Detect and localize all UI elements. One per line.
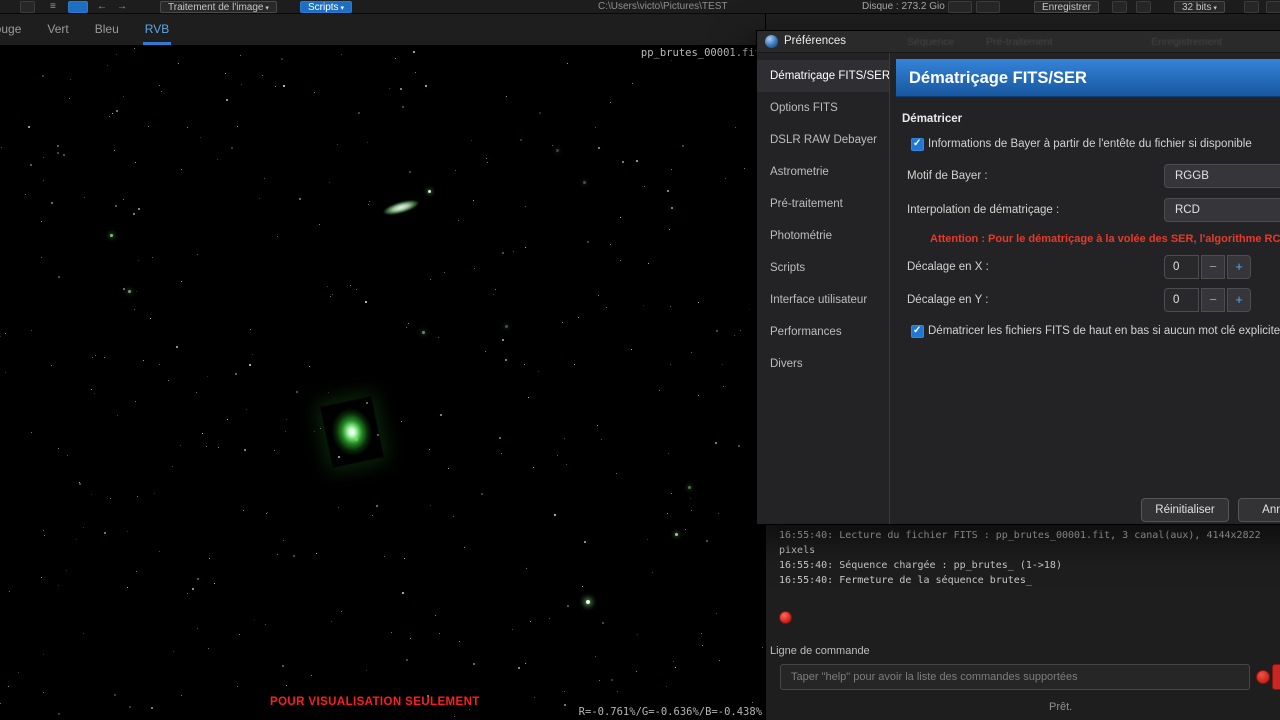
bayer-pattern-dropdown[interactable]: RGGB	[1164, 164, 1280, 188]
offset-x-label: Décalage en X :	[907, 261, 989, 273]
toolbar-icon-c[interactable]	[1244, 1, 1259, 13]
interpolation-dropdown[interactable]: RCD	[1164, 198, 1280, 222]
galaxy-cigar	[374, 193, 428, 222]
page-title: Dématriçage FITS/SER	[896, 59, 1280, 97]
command-input[interactable]	[780, 664, 1250, 690]
image-processing-menu[interactable]: Traitement de l'image	[160, 1, 277, 13]
sidebar-item[interactable]: Interface utilisateur	[757, 284, 889, 316]
save-button[interactable]: Enregistrer	[1034, 1, 1099, 13]
offset-x-value[interactable]: 0	[1164, 255, 1199, 279]
offset-y-value[interactable]: 0	[1164, 288, 1199, 312]
rgb-pixel-readout: R=-0.761%/G=-0.636%/B=-0.438%	[578, 706, 762, 718]
offset-y-plus-button[interactable]	[1227, 288, 1251, 312]
status-ready-label: Prêt.	[1049, 701, 1073, 713]
view-tab-bleu[interactable]: Bleu	[93, 14, 121, 45]
ghost-tab: Pré-traitement	[986, 36, 1053, 48]
topdown-checkbox[interactable]	[911, 325, 924, 338]
preferences-dialog: Préférences Séquence Pré-traitement Enregi…	[756, 30, 1280, 525]
main-toolbar: ≡ ← → Traitement de l'image Scripts C:\U…	[0, 0, 1280, 14]
stop-processing-button[interactable]	[779, 611, 792, 624]
toolbar-icon-d[interactable]	[1266, 1, 1280, 13]
section-title: Dématricer	[902, 113, 963, 125]
app-logo-icon	[765, 35, 778, 48]
hamburger-menu-icon[interactable]: ≡	[50, 1, 56, 13]
sidebar-item[interactable]: DSLR RAW Debayer	[757, 124, 889, 156]
topdown-checkbox-label: Dématricer les fichiers FITS de haut en …	[928, 325, 1280, 337]
command-stop-icon[interactable]	[1256, 670, 1270, 684]
offset-x-minus-button[interactable]	[1201, 255, 1225, 279]
save-as-icon[interactable]	[1112, 1, 1127, 13]
ghost-tab: Séquence	[907, 36, 955, 48]
sidebar-item[interactable]: Divers	[757, 348, 889, 380]
galaxy-spiral	[320, 396, 384, 468]
log-lines: 16:55:40: Lecture du fichier FITS : pp_b…	[779, 528, 1280, 588]
view-tab-vert[interactable]: Vert	[45, 14, 70, 45]
offset-x-plus-button[interactable]	[1227, 255, 1251, 279]
disk-space-label: Disque : 273.2 Gio	[862, 1, 945, 12]
loaded-filename-label: pp_brutes_00001.fit	[640, 47, 761, 59]
ghost-tab: Enregistrement	[1151, 36, 1223, 48]
working-directory-path: C:\Users\victo\Pictures\TEST	[598, 1, 728, 12]
sidebar-item[interactable]: Pré-traitement	[757, 188, 889, 220]
log-line: pixels	[779, 545, 816, 556]
view-tab-rvb[interactable]: RVB	[142, 14, 172, 45]
sidebar-item[interactable]: Scripts	[757, 252, 889, 284]
toolbar-icon-a[interactable]	[948, 1, 972, 13]
dialog-title: Préférences	[784, 35, 847, 47]
cancel-button[interactable]: Annuler	[1238, 498, 1280, 522]
bayer-header-checkbox[interactable]	[911, 138, 924, 151]
bayer-pattern-label: Motif de Bayer :	[907, 170, 988, 182]
command-line-label: Ligne de commande	[770, 645, 870, 657]
dialog-sidebar: Dématriçage FITS/SER Options FITS DSLR RAW…	[757, 53, 890, 524]
redo-icon[interactable]: →	[117, 1, 127, 13]
sidebar-item[interactable]: Performances	[757, 316, 889, 348]
view-tab-rouge[interactable]: Rouge	[0, 14, 23, 45]
snapshot-icon[interactable]	[1136, 1, 1151, 13]
app-icon[interactable]	[20, 1, 35, 13]
view-tabs: Rouge Vert Bleu RVB	[0, 14, 765, 45]
home-button[interactable]	[68, 1, 88, 13]
image-preview: pp_brutes_00001.fit POUR VISUALISATION S…	[0, 45, 765, 720]
bayer-header-checkbox-label: Informations de Bayer à partir de l'entê…	[928, 138, 1252, 150]
reset-button[interactable]: Réinitialiser	[1141, 498, 1229, 522]
sidebar-item[interactable]: Photométrie	[757, 220, 889, 252]
toolbar-icon-b[interactable]	[976, 1, 1000, 13]
sidebar-item[interactable]: Astrometrie	[757, 156, 889, 188]
sidebar-item[interactable]: Options FITS	[757, 92, 889, 124]
log-line: 16:55:40: Séquence chargée : pp_brutes_ …	[779, 560, 1062, 571]
sidebar-item[interactable]: Dématriçage FITS/SER	[757, 60, 889, 92]
log-line: 16:55:40: Lecture du fichier FITS : pp_b…	[779, 530, 1261, 541]
ser-warning-text: Attention : Pour le dématriçage à la vol…	[930, 233, 1280, 245]
scripts-menu[interactable]: Scripts	[300, 1, 353, 13]
bit-depth-dropdown[interactable]: 32 bits	[1174, 1, 1225, 13]
undo-icon[interactable]: ←	[97, 1, 107, 13]
offset-y-label: Décalage en Y :	[907, 294, 989, 306]
interpolation-label: Interpolation de dématriçage :	[907, 204, 1060, 216]
dialog-titlebar[interactable]: Préférences Séquence Pré-traitement Enregi…	[757, 31, 1280, 53]
app-window: ≡ ← → Traitement de l'image Scripts C:\U…	[0, 0, 1280, 720]
command-red-button[interactable]	[1272, 664, 1280, 690]
offset-y-minus-button[interactable]	[1201, 288, 1225, 312]
log-line: 16:55:40: Fermeture de la séquence brute…	[779, 575, 1032, 586]
bright-star	[586, 600, 590, 604]
visualisation-watermark: POUR VISUALISATION SEULEMENT	[270, 696, 480, 708]
